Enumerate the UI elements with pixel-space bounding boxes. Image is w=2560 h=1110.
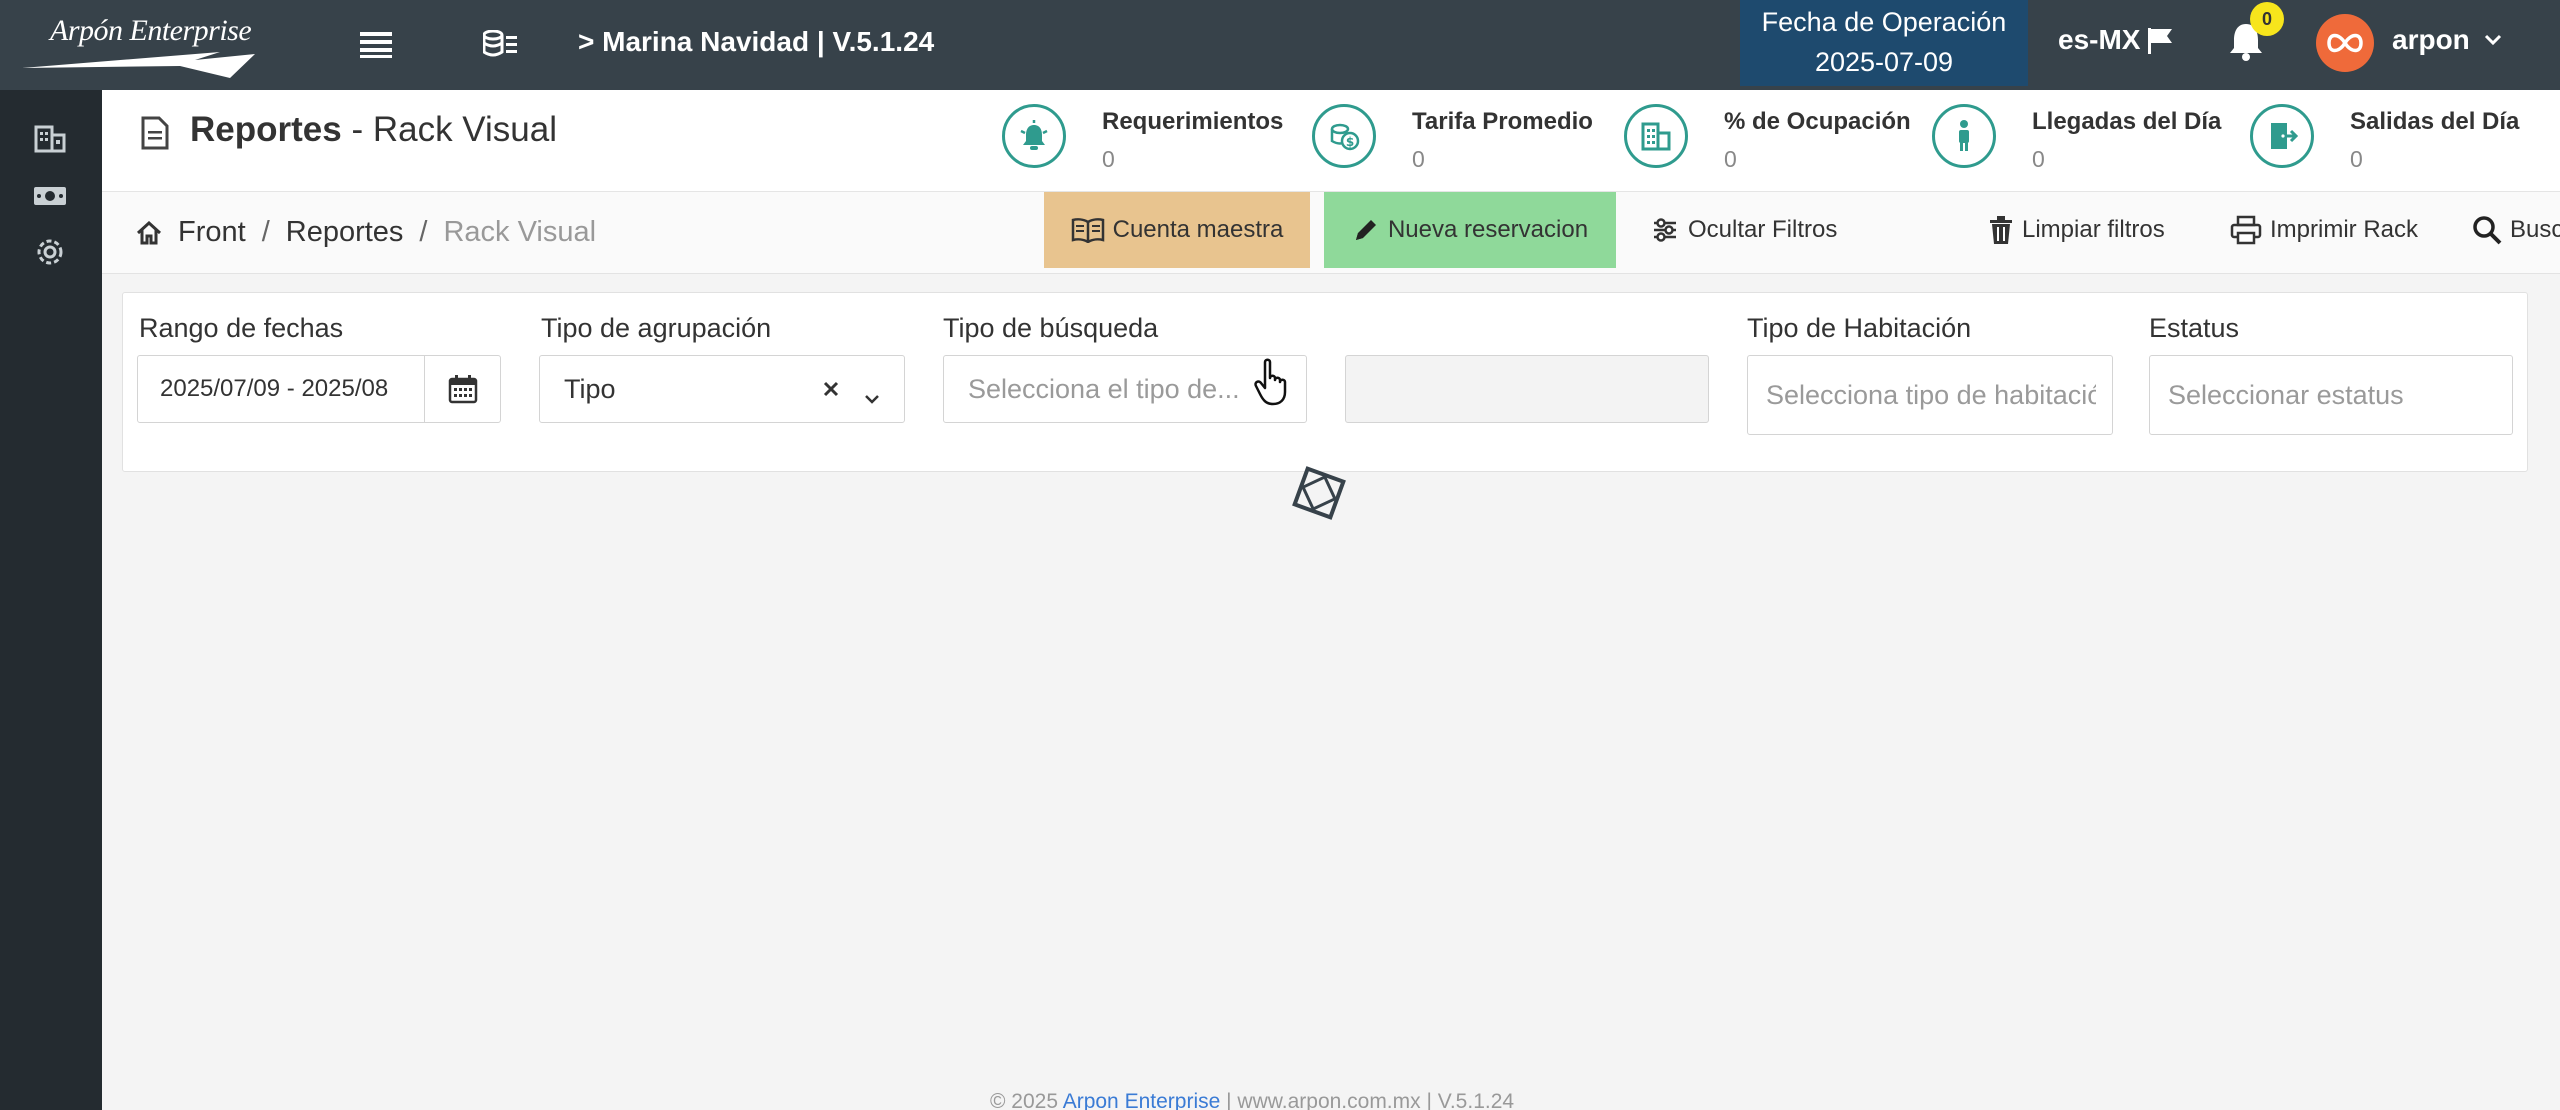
- footer-link[interactable]: Arpon Enterprise: [1063, 1090, 1221, 1110]
- breadcrumb-toolbar-row: Front / Reportes / Rack Visual Cuenta ma…: [102, 192, 2560, 274]
- chevron-down-icon: [2484, 34, 2501, 46]
- printer-icon: [2230, 215, 2262, 245]
- nueva-reservacion-button[interactable]: Nueva reservacion: [1324, 192, 1616, 268]
- buscar-button[interactable]: Buscar: [2454, 192, 2560, 268]
- chevron-down-icon: [864, 380, 880, 411]
- building-icon: [1624, 104, 1688, 168]
- date-range-value: 2025/07/09 - 2025/08: [160, 375, 389, 402]
- footer-suffix: | www.arpon.com.mx | V.5.1.24: [1220, 1090, 1515, 1110]
- buscar-label: Buscar: [2510, 216, 2560, 243]
- notifications-badge: 0: [2250, 2, 2284, 36]
- search-value-field[interactable]: [1345, 355, 1709, 423]
- hotel-version-label: > Marina Navidad | V.5.1.24: [578, 26, 935, 57]
- door-exit-icon: [2250, 104, 2314, 168]
- kpi-value: 0: [1412, 146, 1425, 172]
- tipo-busqueda-select[interactable]: Selecciona el tipo de...: [943, 355, 1307, 423]
- kpi-label: Tarifa Promedio: [1412, 108, 1593, 135]
- tipo-busqueda-placeholder: Selecciona el tipo de...: [968, 373, 1240, 404]
- trash-icon: [1990, 216, 2012, 244]
- breadcrumb: Front / Reportes / Rack Visual: [136, 216, 596, 249]
- arpon-logo[interactable]: Arpón Enterprise: [20, 10, 265, 78]
- estatus-label: Estatus: [2149, 313, 2240, 343]
- tipo-habitacion-label: Tipo de Habitación: [1747, 313, 1972, 343]
- coins-icon: $: [1312, 104, 1376, 168]
- tipo-agrupacion-label: Tipo de agrupación: [541, 313, 772, 343]
- cuenta-maestra-button[interactable]: Cuenta maestra: [1044, 192, 1310, 268]
- flag-icon: [2148, 28, 2173, 54]
- tipo-agrupacion-select[interactable]: Tipo: [539, 355, 905, 423]
- logo-swoosh-icon: [22, 52, 255, 78]
- page-title-rest: - Rack Visual: [341, 110, 557, 149]
- estatus-placeholder: Seleccionar estatus: [2168, 379, 2404, 410]
- breadcrumb-reportes[interactable]: Reportes: [286, 216, 404, 249]
- language-label: es-MX: [2058, 24, 2141, 55]
- language-selector[interactable]: es-MX: [2058, 24, 2174, 56]
- kpi-label: Llegadas del Día: [2032, 108, 2222, 135]
- user-menu[interactable]: arpon: [2392, 24, 2502, 56]
- loading-spinner-icon: [1292, 466, 1346, 520]
- money-icon[interactable]: [30, 176, 70, 216]
- imprimir-rack-button[interactable]: Imprimir Rack: [2212, 192, 2436, 268]
- page-title-bold: Reportes: [190, 110, 342, 149]
- footer-prefix: © 2025: [990, 1090, 1063, 1110]
- building-icon[interactable]: [30, 118, 70, 158]
- clear-selection-icon[interactable]: [822, 374, 840, 405]
- estatus-select[interactable]: Seleccionar estatus: [2149, 355, 2513, 435]
- person-icon: [1932, 104, 1996, 168]
- svg-text:$: $: [1346, 135, 1354, 149]
- tipo-busqueda-label: Tipo de búsqueda: [943, 313, 1159, 343]
- tipo-agrupacion-value: Tipo: [564, 373, 616, 404]
- kpi-value: 0: [1102, 146, 1115, 172]
- kpi-label: Requerimientos: [1102, 108, 1284, 135]
- breadcrumb-separator: /: [261, 216, 270, 248]
- tipo-habitacion-placeholder: Selecciona tipo de habitación: [1766, 379, 2096, 410]
- calendar-icon: [448, 375, 477, 404]
- home-icon: [136, 220, 162, 244]
- ocultar-filtros-button[interactable]: Ocultar Filtros: [1632, 192, 1855, 268]
- open-book-icon: [1071, 218, 1104, 243]
- bell-alarm-icon: [1002, 104, 1066, 168]
- limpiar-filtros-button[interactable]: Limpiar filtros: [1970, 192, 2183, 268]
- filter-sliders-icon: [1654, 218, 1676, 242]
- gear-icon[interactable]: [30, 232, 70, 272]
- operation-date-value: 2025-07-09: [1814, 47, 1954, 77]
- tipo-habitacion-select[interactable]: Selecciona tipo de habitación: [1747, 355, 2113, 435]
- kpi-label: % de Ocupación: [1724, 108, 1911, 135]
- infinity-icon: [2327, 33, 2363, 53]
- kpi-label: Salidas del Día: [2350, 108, 2520, 135]
- page-header: Reportes - Rack Visual Requerimientos 0 …: [102, 90, 2560, 192]
- nueva-reservacion-label: Nueva reservacion: [1387, 216, 1589, 243]
- hand-pointer-cursor-icon: [1254, 358, 1287, 406]
- kpi-value: 0: [1724, 146, 1737, 172]
- ocultar-filtros-label: Ocultar Filtros: [1688, 216, 1838, 243]
- cuenta-maestra-label: Cuenta maestra: [1112, 216, 1284, 243]
- operation-date: Fecha de Operación 2025-07-09: [1740, 0, 2028, 86]
- filters-panel: Rango de fechas 2025/07/09 - 2025/08 Tip…: [122, 292, 2528, 472]
- page-title: Reportes - Rack Visual: [190, 110, 557, 150]
- kpi-value: 0: [2032, 146, 2045, 172]
- database-list-icon[interactable]: [480, 24, 520, 64]
- date-range-field[interactable]: 2025/07/09 - 2025/08: [137, 355, 501, 423]
- pencil-icon: [1355, 220, 1376, 240]
- imprimir-rack-label: Imprimir Rack: [2270, 216, 2418, 243]
- search-icon: [2473, 216, 2502, 245]
- breadcrumb-current: Rack Visual: [443, 216, 597, 248]
- breadcrumb-separator: /: [419, 216, 428, 248]
- username: arpon: [2392, 24, 2470, 55]
- footer: © 2025 Arpon Enterprise | www.arpon.com.…: [990, 1090, 1514, 1110]
- breadcrumb-front[interactable]: Front: [178, 216, 246, 249]
- sidebar: [0, 90, 102, 1110]
- rango-fechas-label: Rango de fechas: [139, 313, 344, 343]
- limpiar-filtros-label: Limpiar filtros: [2022, 216, 2165, 243]
- document-icon: [141, 116, 169, 150]
- top-navbar: Arpón Enterprise > Marina Navidad | V.5.…: [0, 0, 2560, 90]
- kpi-value: 0: [2350, 146, 2363, 172]
- operation-date-label: Fecha de Operación: [1761, 7, 2007, 37]
- avatar[interactable]: [2316, 14, 2374, 72]
- calendar-button[interactable]: [424, 356, 500, 422]
- menu-toggle-icon[interactable]: [356, 24, 396, 64]
